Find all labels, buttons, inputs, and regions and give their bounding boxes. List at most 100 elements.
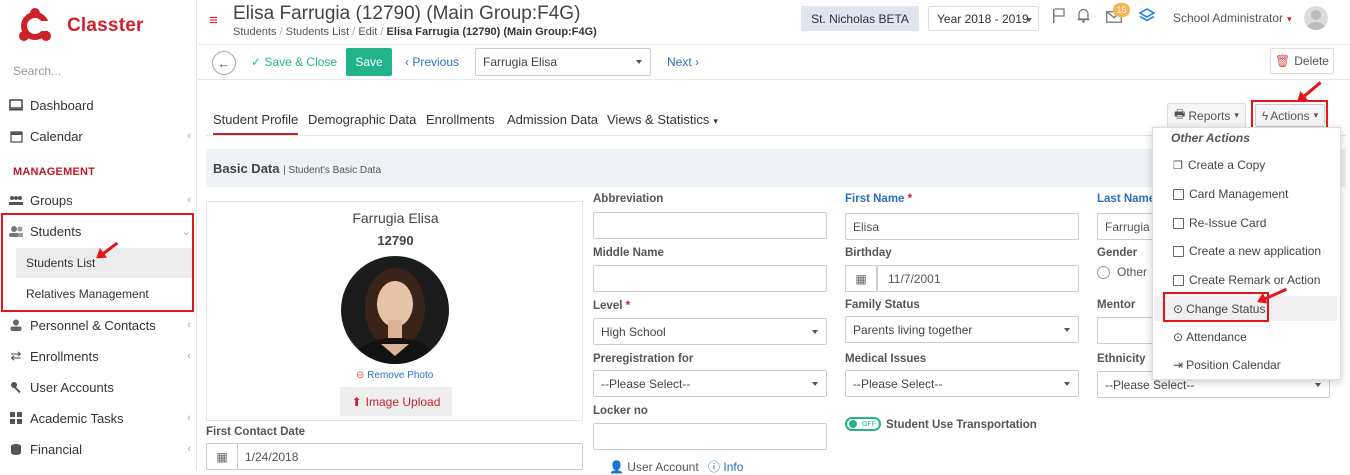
caret-down-icon: ▾ xyxy=(1287,14,1292,24)
transportation-toggle[interactable]: OFF xyxy=(845,417,881,431)
family-status-label: Family Status xyxy=(845,299,920,311)
check-icon: ✓ xyxy=(251,55,262,69)
card-icon xyxy=(1173,188,1184,200)
menu-item-reissue-card[interactable]: Re-Issue Card xyxy=(1173,216,1266,230)
breadcrumb-separator: / xyxy=(380,26,384,38)
next-label: Next xyxy=(667,55,692,69)
info-link[interactable]: ⓘ Info xyxy=(708,460,743,474)
bell-icon[interactable] xyxy=(1077,8,1090,26)
school-selector-button[interactable]: St. Nicholas BETA xyxy=(801,6,919,31)
sidebar-item-user-accounts[interactable]: User Accounts xyxy=(9,376,195,398)
sidebar-item-label: Financial xyxy=(30,441,83,457)
first-contact-input[interactable]: 1/24/2018 xyxy=(237,443,583,470)
preregistration-select[interactable]: --Please Select-- xyxy=(593,370,827,397)
previous-button[interactable]: ‹ Previous xyxy=(405,55,459,69)
tab-views-statistics[interactable]: Views & Statistics ▾ xyxy=(607,112,718,127)
user-menu[interactable]: School Administrator ▾ xyxy=(1173,11,1292,25)
level-select[interactable]: High School xyxy=(593,318,827,345)
image-upload-button[interactable]: ⬆ Image Upload xyxy=(340,387,452,416)
delete-label: Delete xyxy=(1294,54,1329,68)
tab-student-profile[interactable]: Student Profile xyxy=(213,112,299,135)
menu-item-label: Position Calendar xyxy=(1186,358,1281,372)
remove-photo-link[interactable]: ⊖ Remove Photo xyxy=(356,370,433,381)
document-icon xyxy=(1173,245,1184,257)
medical-issues-select[interactable]: --Please Select-- xyxy=(845,370,1079,397)
avatar[interactable] xyxy=(1304,6,1328,30)
reports-label: Reports xyxy=(1188,108,1231,123)
middle-name-label: Middle Name xyxy=(593,247,664,259)
chevron-left-icon: ‹ xyxy=(187,412,191,424)
section-subtitle: | Student's Basic Data xyxy=(283,165,381,176)
back-button[interactable]: ← xyxy=(212,51,236,75)
family-status-select[interactable]: Parents living together xyxy=(845,316,1079,343)
student-photo xyxy=(341,256,449,364)
menu-hamburger-icon[interactable]: ≡ xyxy=(209,13,218,28)
sidebar-item-dashboard[interactable]: Dashboard xyxy=(9,94,195,116)
student-selector[interactable]: Farrugia Elisa xyxy=(475,48,651,76)
sidebar-item-label: Groups xyxy=(30,192,73,208)
first-name-input[interactable]: Elisa xyxy=(845,213,1079,240)
sidebar-item-enrollments[interactable]: ⇄ Enrollments ‹ xyxy=(9,345,195,367)
caret-down-icon xyxy=(636,60,642,64)
caret-down-icon xyxy=(812,329,818,334)
chevron-left-icon: ‹ xyxy=(187,130,191,142)
menu-item-label: Create a new application xyxy=(1189,244,1322,258)
birthday-label: Birthday xyxy=(845,247,892,259)
menu-item-new-application[interactable]: Create a new application xyxy=(1173,244,1321,258)
logo[interactable]: Classter xyxy=(18,8,144,44)
calendar-icon[interactable]: ▦ xyxy=(845,265,877,292)
menu-item-position-calendar[interactable]: ⇥ Position Calendar xyxy=(1173,358,1281,372)
tab-demographic-data[interactable]: Demographic Data xyxy=(308,112,416,127)
classter-logo-icon xyxy=(19,8,52,41)
tab-admission-data[interactable]: Admission Data xyxy=(507,112,598,127)
level-select-value: High School xyxy=(601,324,666,339)
info-icon: ⓘ xyxy=(708,460,721,474)
menu-item-card-management[interactable]: Card Management xyxy=(1173,187,1288,201)
caret-down-icon xyxy=(1064,381,1070,386)
menu-item-create-copy[interactable]: ❐ Create a Copy xyxy=(1173,158,1265,172)
sidebar-item-financial[interactable]: Financial ‹ xyxy=(9,438,195,460)
birthday-input[interactable]: 11/7/2001 xyxy=(877,265,1079,292)
sidebar-item-calendar[interactable]: Calendar ‹ xyxy=(9,125,195,147)
calendar-icon[interactable]: ▦ xyxy=(206,443,238,470)
page-title: Elisa Farrugia (12790) (Main Group:F4G) xyxy=(233,3,581,24)
previous-label: Previous xyxy=(412,55,460,69)
next-button[interactable]: Next › xyxy=(667,55,699,69)
groups-icon xyxy=(9,193,23,207)
level-label-text: Level xyxy=(593,300,623,312)
sidebar-item-groups[interactable]: Groups ‹ xyxy=(9,189,195,211)
flag-icon[interactable] xyxy=(1052,8,1065,26)
menu-item-remark-action[interactable]: Create Remark or Action xyxy=(1173,273,1320,287)
breadcrumb-item[interactable]: Students xyxy=(233,26,276,38)
first-name-label: First Name * xyxy=(845,193,912,205)
save-close-button[interactable]: ✓ Save & Close xyxy=(251,55,337,69)
calendar-plus-icon xyxy=(1173,274,1184,286)
breadcrumb-separator: / xyxy=(279,26,283,38)
upload-icon: ⬆ xyxy=(351,394,362,409)
layers-icon[interactable] xyxy=(1138,7,1156,26)
sidebar-item-academic-tasks[interactable]: Academic Tasks ‹ xyxy=(9,407,195,429)
tab-enrollments[interactable]: Enrollments xyxy=(426,112,495,127)
profile-card: Farrugia Elisa 12790 ⊖ Remove Photo ⬆ Ima… xyxy=(206,201,583,421)
gender-label: Gender xyxy=(1097,247,1138,259)
level-label: Level * xyxy=(593,300,630,312)
save-button[interactable]: Save xyxy=(346,48,392,76)
sidebar-search-input[interactable]: Search... xyxy=(13,64,61,78)
delete-button[interactable]: 🗑 Delete xyxy=(1270,48,1334,74)
user-account-row: 👤 User Account ⓘ Info xyxy=(609,458,743,475)
record-toolbar: ← ✓ Save & Close Save ‹ Previous Farrugi… xyxy=(198,44,1350,80)
locker-input[interactable] xyxy=(593,423,827,450)
breadcrumb-item[interactable]: Students List xyxy=(286,26,350,38)
breadcrumb-item[interactable]: Edit xyxy=(358,26,377,38)
menu-item-attendance[interactable]: ⊙ Attendance xyxy=(1173,330,1247,344)
reports-button[interactable]: 🖶 Reports ▾ xyxy=(1167,103,1246,128)
gender-radio-other[interactable]: Other xyxy=(1097,265,1147,279)
year-selector[interactable]: Year 2018 - 2019 xyxy=(928,6,1039,31)
remove-photo-label: Remove Photo xyxy=(367,370,434,381)
middle-name-input[interactable] xyxy=(593,265,827,292)
abbreviation-input[interactable] xyxy=(593,212,827,239)
locker-label: Locker no xyxy=(593,405,648,417)
sidebar-item-personnel[interactable]: Personnel & Contacts ‹ xyxy=(9,314,195,336)
actions-dropdown-menu: Other Actions ❐ Create a Copy Card Manage… xyxy=(1152,127,1341,380)
sidebar-item-label: Enrollments xyxy=(30,348,99,364)
